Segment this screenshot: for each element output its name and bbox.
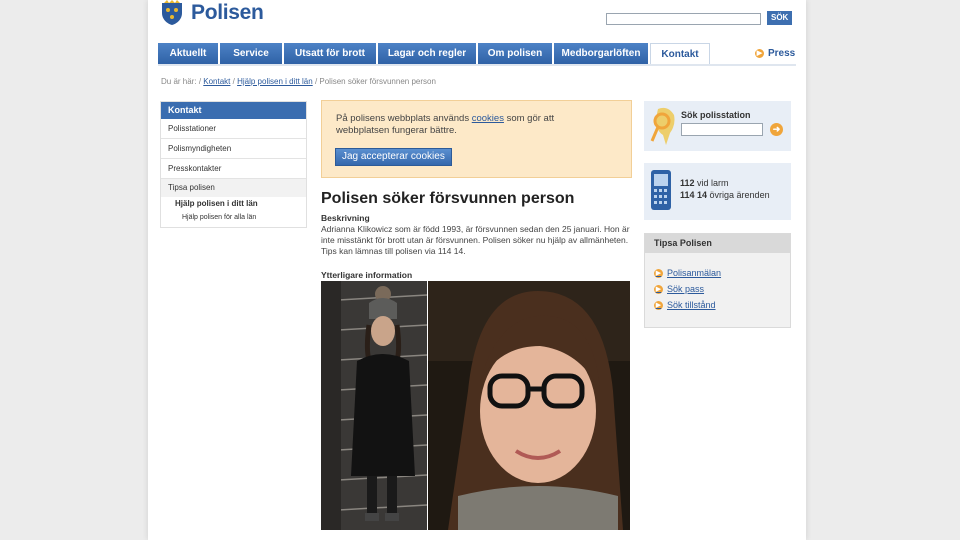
- arrow-right-icon: ▶: [654, 284, 663, 294]
- arrow-right-icon: ▶: [755, 49, 764, 58]
- tab-om-polisen[interactable]: Om polisen: [478, 43, 552, 64]
- site-search-input[interactable]: [606, 13, 761, 25]
- tips-heading: Tipsa Polisen: [645, 234, 790, 253]
- station-search-label: Sök polisstation: [681, 110, 751, 120]
- main-nav: Aktuellt Service Utsatt för brott Lagar …: [158, 43, 712, 64]
- photo-portrait: [428, 281, 630, 530]
- tab-kontakt[interactable]: Kontakt: [650, 43, 710, 64]
- site-search-button[interactable]: SÖK: [767, 11, 793, 25]
- more-info-label: Ytterligare information: [321, 270, 413, 280]
- press-link[interactable]: ▶ Press: [755, 48, 795, 59]
- press-label: Press: [768, 48, 796, 59]
- cookie-banner: På polisens webbplats används cookies so…: [321, 100, 632, 178]
- arrow-right-icon: ▶: [654, 268, 663, 278]
- tab-service[interactable]: Service: [220, 43, 282, 64]
- sidebar-item-presskontakter[interactable]: Presskontakter: [161, 159, 306, 179]
- sidebar-item-polisstationer[interactable]: Polisstationer: [161, 119, 306, 139]
- mobile-phone-icon: [651, 170, 671, 210]
- photo-full-figure: [321, 281, 427, 530]
- crest-icon: [162, 0, 182, 25]
- description-text: Adrianna Klikowicz som är född 1993, är …: [321, 224, 630, 256]
- sidebar-item-polismyndigheten[interactable]: Polismyndigheten: [161, 139, 306, 159]
- sidebar-subitem-hjalp-polisen-ditt-lan[interactable]: Hjälp polisen i ditt län: [161, 197, 306, 211]
- tab-aktuellt[interactable]: Aktuellt: [158, 43, 218, 64]
- breadcrumb-current: Polisen söker försvunnen person: [319, 77, 436, 86]
- description-label: Beskrivning: [321, 213, 370, 223]
- breadcrumb-prefix: Du är här:: [161, 77, 197, 86]
- logo-text: Polisen: [191, 1, 264, 24]
- emergency-number: 112 vid larm: [680, 178, 729, 188]
- non-emergency-number: 114 14 övriga ärenden: [680, 190, 770, 200]
- arrow-right-icon[interactable]: ➜: [770, 123, 783, 136]
- sidebar: Kontakt Polisstationer Polismyndigheten …: [160, 101, 307, 228]
- tab-lagar-och-regler[interactable]: Lagar och regler: [378, 43, 476, 64]
- sidebar-heading[interactable]: Kontakt: [161, 102, 306, 119]
- tipsa-polisen-panel: Tipsa Polisen ▶ Polisanmälan ▶ Sök pass …: [644, 233, 791, 328]
- station-search-input[interactable]: [681, 123, 763, 136]
- breadcrumb: Du är här: / Kontakt / Hjälp polisen i d…: [161, 77, 436, 86]
- arrow-right-icon: ▶: [654, 300, 663, 310]
- polisanmalan-link[interactable]: ▶ Polisanmälan: [654, 268, 721, 278]
- phone-numbers-panel: 112 vid larm 114 14 övriga ärenden: [644, 163, 791, 220]
- sidebar-item-tipsa-polisen[interactable]: Tipsa polisen: [161, 179, 306, 197]
- cookie-text: På polisens webbplats används cookies so…: [336, 113, 555, 136]
- cookies-link[interactable]: cookies: [472, 113, 504, 124]
- tab-utsatt-for-brott[interactable]: Utsatt för brott: [284, 43, 376, 64]
- breadcrumb-hjalp-polisen[interactable]: Hjälp polisen i ditt län: [237, 77, 313, 86]
- page-title: Polisen söker försvunnen person: [321, 190, 575, 207]
- map-search-icon: [650, 107, 675, 145]
- find-police-station-panel: Sök polisstation ➜: [644, 101, 791, 151]
- sok-tillstand-link[interactable]: ▶ Sök tillstånd: [654, 300, 716, 310]
- accept-cookies-button[interactable]: Jag accepterar cookies: [335, 148, 452, 166]
- sok-pass-link[interactable]: ▶ Sök pass: [654, 284, 704, 294]
- polisen-logo[interactable]: Polisen: [158, 0, 264, 26]
- breadcrumb-kontakt[interactable]: Kontakt: [203, 77, 230, 86]
- sidebar-subitem-alla-lan[interactable]: Hjälp polisen för alla län: [161, 211, 306, 227]
- tab-medborgarloften[interactable]: Medborgarlöften: [554, 43, 648, 64]
- nav-divider: [158, 64, 796, 66]
- page: Polisen SÖK Aktuellt Service Utsatt för …: [148, 0, 806, 540]
